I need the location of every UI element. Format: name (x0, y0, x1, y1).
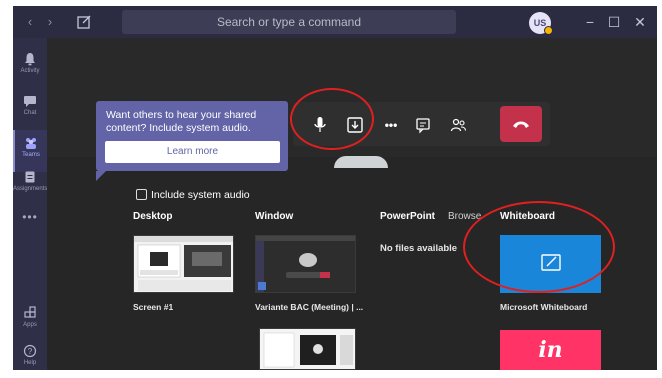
teams-icon (26, 138, 36, 149)
rail-label-teams: Teams (22, 152, 40, 158)
annotation-circle-mic-share (290, 88, 374, 150)
rail-more-button[interactable]: ••• (13, 210, 47, 224)
rail-label-chat: Chat (23, 110, 37, 116)
assignments-icon (25, 171, 35, 183)
tooltip-text: Want others to hear your shared content?… (106, 109, 257, 134)
apps-icon (24, 306, 36, 318)
column-powerpoint: PowerPoint (380, 211, 436, 222)
maximize-button[interactable]: ☐ (604, 12, 624, 32)
window-meeting-label: Variante BAC (Meeting) | ... (255, 302, 364, 312)
hang-up-button[interactable] (500, 106, 542, 142)
participants-icon[interactable] (446, 113, 470, 137)
bell-icon (25, 53, 35, 66)
rail-label-help: Help (23, 360, 37, 366)
minimize-button[interactable]: − (580, 12, 600, 32)
microsoft-whiteboard-label: Microsoft Whiteboard (500, 302, 588, 312)
column-desktop: Desktop (133, 211, 173, 222)
screen-1-label: Screen #1 (133, 302, 174, 312)
more-options-icon[interactable]: ••• (379, 113, 403, 137)
help-icon: ? (23, 344, 37, 358)
annotation-circle-whiteboard (463, 201, 615, 293)
new-chat-icon[interactable] (75, 13, 93, 31)
teams-window: ‹ › Search or type a command US − ☐ ✕ Ac… (13, 6, 657, 370)
svg-text:?: ? (28, 347, 33, 356)
status-badge (544, 26, 553, 35)
system-audio-tooltip: Want others to hear your shared content?… (96, 101, 288, 171)
system-audio-checkbox[interactable] (136, 189, 147, 201)
forward-button[interactable]: › (41, 13, 59, 31)
rail-label-apps: Apps (23, 322, 37, 328)
include-system-audio-toggle[interactable]: Include system audio (136, 186, 250, 201)
rail-label-assignments: Assignments (13, 186, 48, 192)
window-thumbnail-2[interactable] (259, 328, 356, 370)
system-audio-label: Include system audio (151, 188, 250, 201)
chat-icon (24, 96, 36, 107)
rail-item-activity[interactable]: Activity (13, 46, 47, 88)
search-input[interactable]: Search or type a command (122, 10, 456, 34)
window-meeting-thumbnail[interactable] (255, 235, 356, 293)
app-bar: Activity Chat Teams Assignments ••• Apps… (13, 38, 47, 370)
rail-item-apps[interactable]: Apps (13, 300, 47, 342)
screen-1-thumbnail[interactable] (133, 235, 234, 293)
back-button[interactable]: ‹ (21, 13, 39, 31)
learn-more-button[interactable]: Learn more (105, 141, 280, 163)
rail-label-activity: Activity (20, 68, 40, 74)
chat-icon[interactable] (411, 113, 435, 137)
rail-item-help[interactable]: ? Help (13, 338, 47, 370)
invision-tile[interactable]: in (500, 330, 601, 370)
title-bar: ‹ › Search or type a command US − ☐ ✕ (13, 6, 657, 38)
rail-item-assignments[interactable]: Assignments (13, 164, 47, 206)
powerpoint-empty-state: No files available (380, 243, 458, 254)
tooltip-tail (96, 171, 106, 181)
screenshot-frame: ‹ › Search or type a command US − ☐ ✕ Ac… (0, 0, 662, 378)
column-window: Window (255, 211, 294, 222)
rail-item-chat[interactable]: Chat (13, 88, 47, 130)
bottom-margin (0, 370, 662, 378)
participant-avatar (334, 156, 388, 168)
hang-up-icon (513, 121, 529, 128)
close-button[interactable]: ✕ (630, 12, 650, 32)
